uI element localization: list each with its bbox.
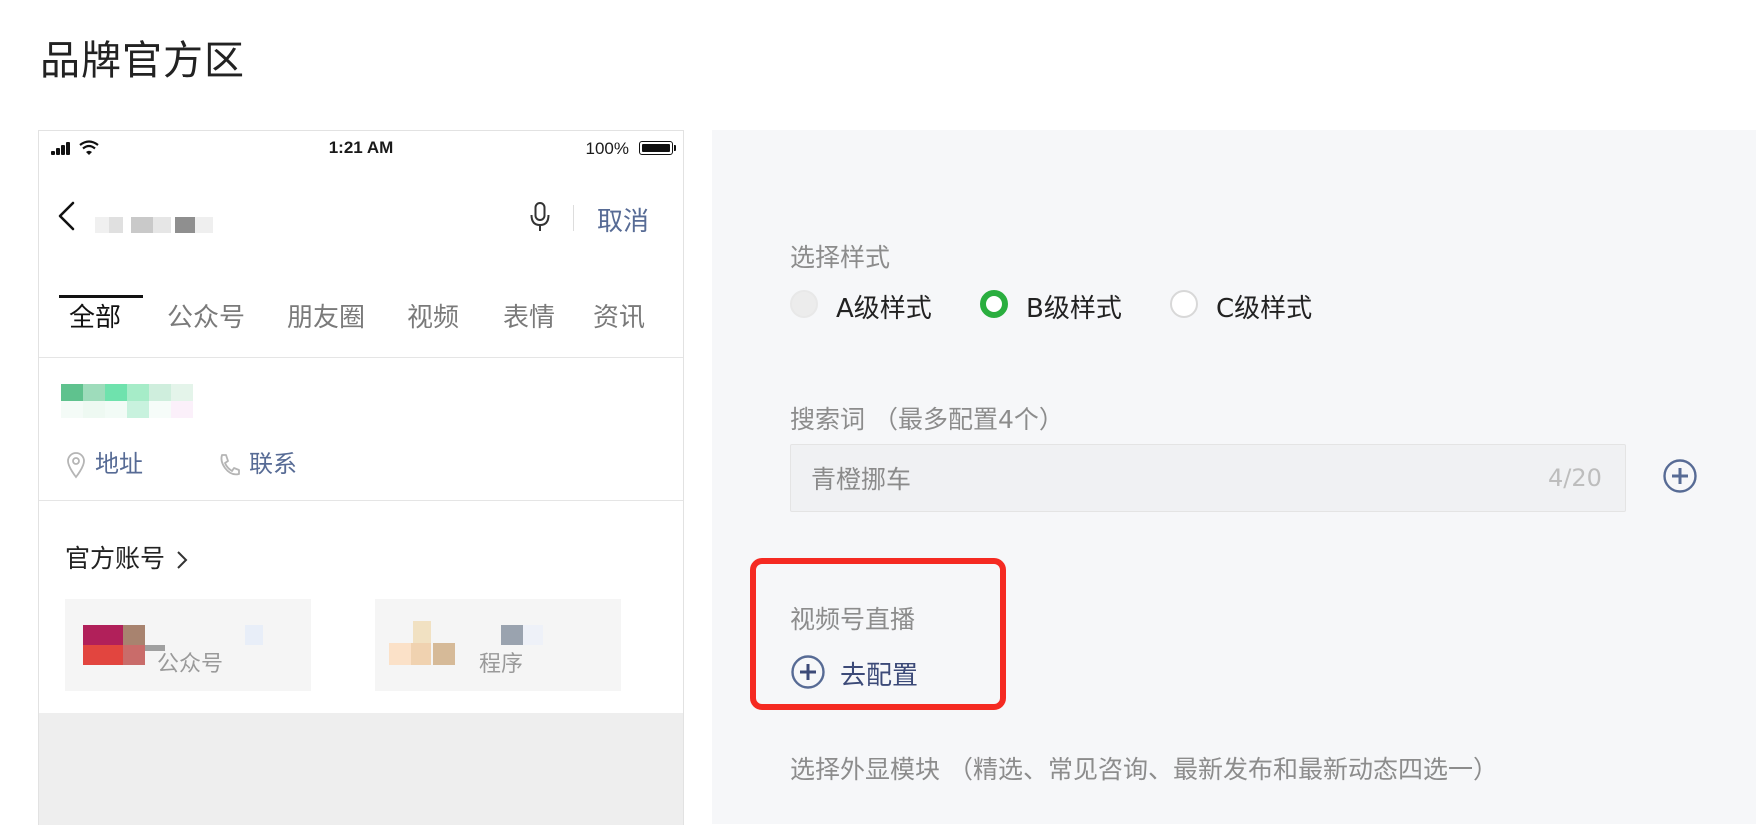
page-title: 品牌官方区 bbox=[40, 38, 245, 84]
tab-moments[interactable]: 朋友圈 bbox=[287, 297, 365, 334]
battery-percent: 100% bbox=[585, 139, 629, 158]
chevron-right-icon bbox=[177, 551, 188, 569]
battery-icon bbox=[639, 141, 676, 155]
account-type-label: 公众号 bbox=[157, 652, 224, 677]
account-type-label: 程序 bbox=[479, 652, 524, 677]
add-search-term-icon[interactable] bbox=[1662, 458, 1698, 494]
tab-video[interactable]: 视频 bbox=[407, 297, 459, 334]
tab-all[interactable]: 全部 bbox=[69, 297, 121, 334]
live-stream-label: 视频号直播 bbox=[790, 605, 916, 634]
radio-disabled-icon bbox=[790, 290, 818, 318]
configure-label: 去配置 bbox=[840, 661, 919, 691]
mini-program-card[interactable]: 程序 bbox=[375, 599, 621, 691]
official-account-card[interactable]: 公众号 bbox=[65, 599, 311, 691]
official-accounts-header[interactable]: 官方账号 bbox=[65, 539, 189, 575]
brand-card: 地址 联系 bbox=[39, 358, 683, 501]
radio-checked-icon bbox=[980, 290, 1008, 318]
radio-unchecked-icon bbox=[1170, 290, 1198, 318]
search-bar: 取消 bbox=[39, 165, 683, 268]
official-accounts-title: 官方账号 bbox=[65, 544, 166, 573]
tab-news[interactable]: 资讯 bbox=[593, 297, 645, 334]
add-circle-icon bbox=[791, 655, 825, 689]
config-panel: 选择样式 A级样式 B级样式 C级样式 搜索词 （最多配置4个） 4/20 视频… bbox=[712, 130, 1756, 824]
address-link[interactable]: 地址 bbox=[65, 444, 143, 479]
brand-name-redacted bbox=[61, 384, 193, 418]
phone-handset-icon bbox=[220, 454, 240, 476]
active-tab-indicator bbox=[59, 295, 143, 298]
cancel-button[interactable]: 取消 bbox=[597, 201, 649, 238]
phone-preview: 1:21 AM 100% 取消 全部 公众号 朋友圈 视频 表情 资讯 地址 联… bbox=[38, 130, 684, 825]
search-term-input[interactable] bbox=[790, 444, 1626, 512]
contact-link[interactable]: 联系 bbox=[217, 444, 297, 479]
char-counter: 4/20 bbox=[1548, 464, 1602, 492]
module-select-label: 选择外显模块 （精选、常见咨询、最新发布和最新动态四选一） bbox=[790, 755, 1498, 784]
location-pin-icon bbox=[67, 452, 85, 479]
tab-stickers[interactable]: 表情 bbox=[503, 297, 555, 334]
official-accounts-section: 官方账号 公众号 程序 bbox=[39, 501, 683, 713]
microphone-icon[interactable] bbox=[529, 201, 551, 233]
back-arrow-icon[interactable] bbox=[53, 199, 83, 233]
address-label: 地址 bbox=[95, 450, 143, 478]
style-label: 选择样式 bbox=[790, 243, 891, 272]
search-tabs: 全部 公众号 朋友圈 视频 表情 资讯 bbox=[39, 267, 683, 358]
search-query-redacted[interactable] bbox=[95, 217, 215, 233]
tab-official-accounts[interactable]: 公众号 bbox=[167, 297, 245, 334]
divider bbox=[573, 205, 574, 231]
contact-label: 联系 bbox=[249, 450, 297, 478]
status-bar: 1:21 AM 100% bbox=[39, 131, 683, 165]
search-terms-label: 搜索词 （最多配置4个） bbox=[790, 405, 1064, 434]
